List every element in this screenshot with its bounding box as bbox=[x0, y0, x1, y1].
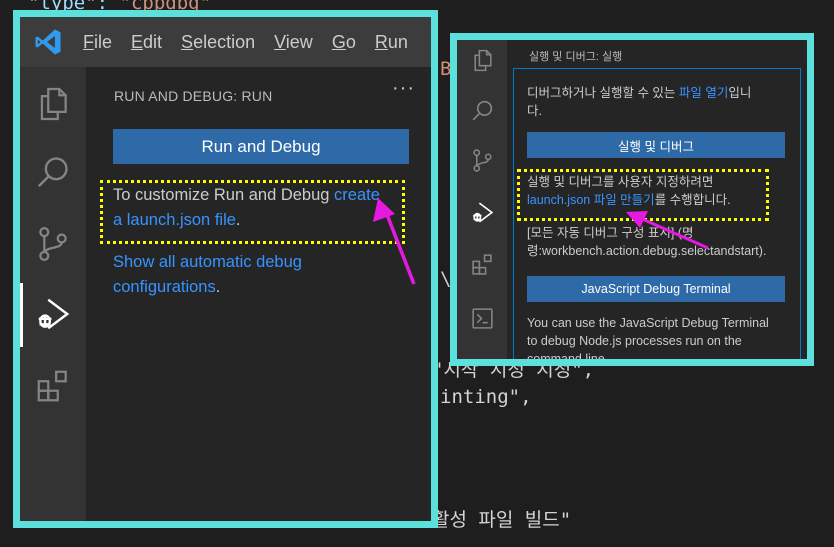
code-line-printing: inting", bbox=[440, 386, 532, 408]
show-all-configs-link-korean[interactable]: [모든 자동 디버그 구성 표시] (명 bbox=[527, 226, 693, 240]
code-line-korean-2: 활성 파일 빌드" bbox=[432, 509, 572, 531]
extensions-icon[interactable] bbox=[470, 252, 495, 277]
source-control-icon[interactable] bbox=[34, 225, 72, 263]
create-launch-json-link-korean[interactable]: launch.json 파일 만들기 bbox=[527, 193, 655, 207]
intro-text-korean: 디버그하거나 실행할 수 있는 파일 열기입니 다. bbox=[527, 86, 752, 118]
more-actions-icon[interactable]: ··· bbox=[392, 77, 415, 100]
search-icon[interactable] bbox=[34, 153, 72, 191]
show-all-configs-korean: [모든 자동 디버그 구성 표시] (명 령:workbench.action.… bbox=[527, 226, 767, 258]
run-debug-sidebar: RUN AND DEBUG: RUN ··· Run and Debug To … bbox=[86, 67, 431, 521]
create-launch-json-link[interactable]: create bbox=[334, 186, 380, 204]
menu-edit[interactable]: Edit bbox=[131, 32, 162, 53]
source-control-icon[interactable] bbox=[470, 148, 495, 173]
terminal-icon[interactable] bbox=[470, 306, 495, 331]
menu-file[interactable]: File bbox=[83, 32, 112, 53]
menu-go[interactable]: Go bbox=[332, 32, 356, 53]
extensions-icon[interactable] bbox=[34, 367, 72, 405]
explorer-icon[interactable] bbox=[34, 85, 72, 123]
menu-view[interactable]: View bbox=[274, 32, 313, 53]
active-indicator bbox=[20, 283, 23, 347]
right-screenshot-panel: 실행 및 디버그: 실행 디버그하거나 실행할 수 있는 파일 열기입니 다. … bbox=[450, 33, 814, 366]
menu-run[interactable]: Run bbox=[375, 32, 408, 53]
run-and-debug-button[interactable]: Run and Debug bbox=[113, 129, 409, 164]
launch-json-link[interactable]: a launch.json file bbox=[113, 211, 236, 229]
sidebar-title: RUN AND DEBUG: RUN bbox=[114, 88, 273, 104]
menu-selection[interactable]: Selection bbox=[181, 32, 255, 53]
configurations-link[interactable]: configurations bbox=[113, 278, 216, 296]
javascript-debug-terminal-button[interactable]: JavaScript Debug Terminal bbox=[527, 276, 785, 302]
run-and-debug-button-korean[interactable]: 실행 및 디버그 bbox=[527, 132, 785, 158]
activity-bar bbox=[20, 67, 86, 521]
run-debug-sidebar-korean: 실행 및 디버그: 실행 디버그하거나 실행할 수 있는 파일 열기입니 다. … bbox=[507, 40, 807, 359]
js-terminal-description: You can use the JavaScript Debug Termina… bbox=[527, 316, 769, 366]
left-screenshot-panel: File Edit Selection View Go Run RUN AND … bbox=[13, 10, 438, 528]
explorer-icon[interactable] bbox=[470, 48, 495, 73]
run-debug-icon[interactable] bbox=[34, 295, 72, 333]
show-all-configs-link[interactable]: Show all automatic debug bbox=[113, 253, 302, 271]
show-all-configs: Show all automatic debug configurations. bbox=[113, 253, 302, 296]
run-debug-icon[interactable] bbox=[470, 200, 495, 225]
vscode-logo-icon bbox=[35, 29, 61, 55]
open-file-link[interactable]: 파일 열기 bbox=[679, 86, 728, 100]
customize-text: To customize Run and Debug create a laun… bbox=[113, 186, 380, 229]
customize-text-korean: 실행 및 디버그를 사용자 지정하려면 launch.json 파일 만들기를 … bbox=[527, 175, 731, 207]
sidebar-title-korean: 실행 및 디버그: 실행 bbox=[529, 51, 623, 63]
menu-bar: File Edit Selection View Go Run bbox=[20, 17, 431, 67]
search-icon[interactable] bbox=[470, 98, 495, 123]
activity-bar-korean bbox=[457, 40, 507, 359]
